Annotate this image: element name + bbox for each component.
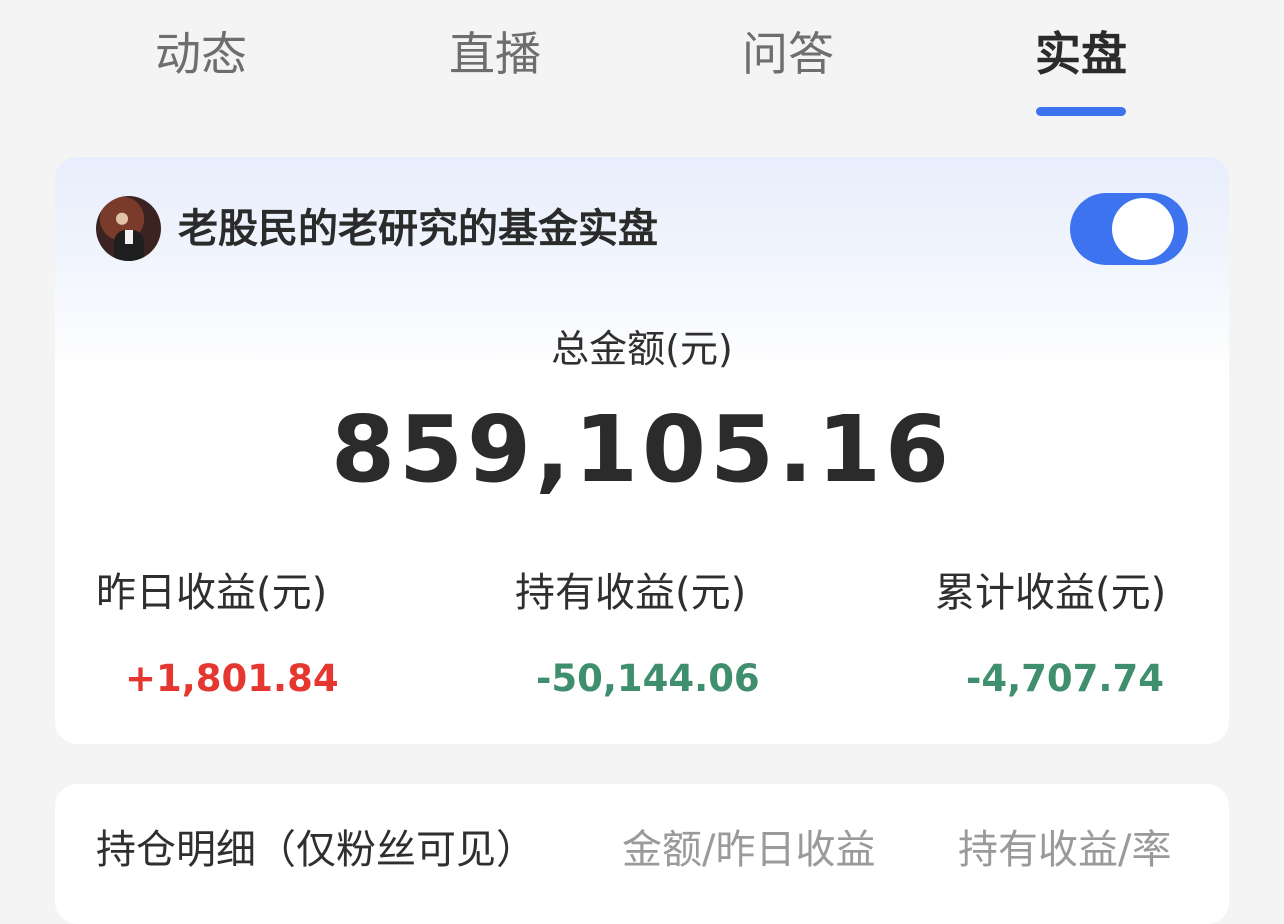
tab-real-portfolio[interactable]: 实盘 — [981, 22, 1181, 86]
holding-profit-value: -50,144.06 — [536, 657, 760, 700]
yesterday-profit-label: 昨日收益(元) — [96, 570, 328, 616]
amount-column-header[interactable]: 金额/昨日收益 — [622, 822, 875, 878]
holding-profit-label: 持有收益(元) — [515, 570, 747, 616]
holdings-title: 持仓明细（仅粉丝可见） — [96, 827, 536, 873]
top-tab-bar: 动态 直播 问答 实盘 — [0, 0, 1284, 130]
cumulative-profit-label: 累计收益(元) — [935, 570, 1167, 616]
tab-live[interactable]: 直播 — [395, 22, 595, 86]
total-amount-label: 总金额(元) — [551, 327, 733, 371]
toggle-knob[interactable] — [1112, 198, 1174, 260]
portfolio-title: 老股民的老研究的基金实盘 — [178, 206, 658, 252]
tab-qa[interactable]: 问答 — [688, 22, 888, 86]
total-amount-value: 859,105.16 — [330, 396, 953, 503]
active-tab-indicator — [1036, 107, 1126, 116]
tab-dynamics[interactable]: 动态 — [101, 22, 301, 86]
return-column-header[interactable]: 持有收益/率 — [958, 822, 1171, 878]
yesterday-profit-value: +1,801.84 — [125, 657, 339, 700]
cumulative-profit-value: -4,707.74 — [966, 657, 1164, 700]
avatar-collar — [125, 230, 133, 244]
avatar[interactable] — [96, 196, 161, 261]
